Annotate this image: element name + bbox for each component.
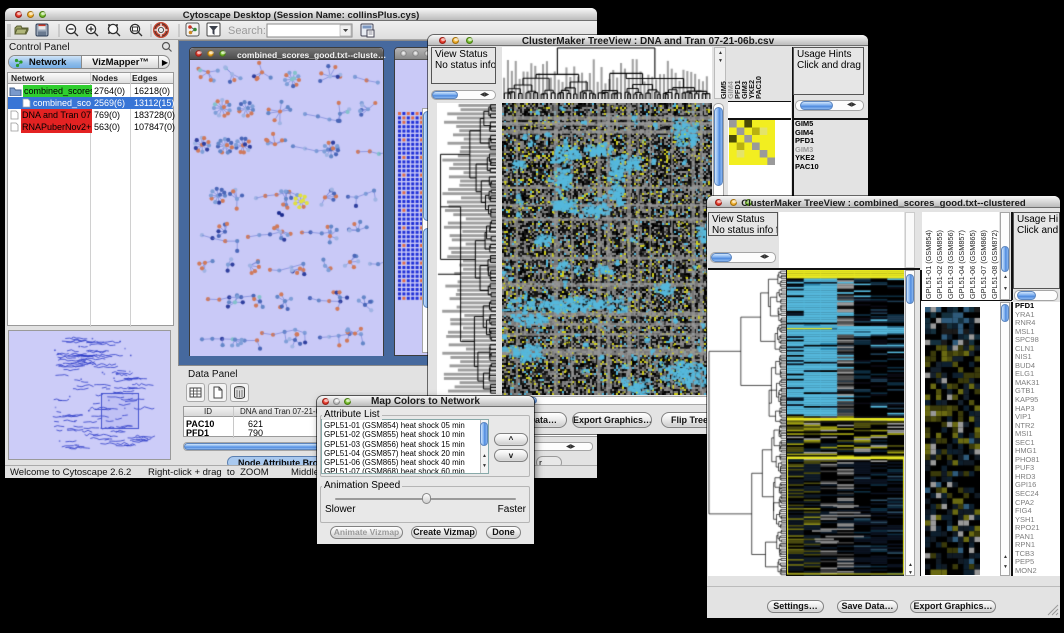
svg-text:Search:: Search: xyxy=(228,25,266,37)
